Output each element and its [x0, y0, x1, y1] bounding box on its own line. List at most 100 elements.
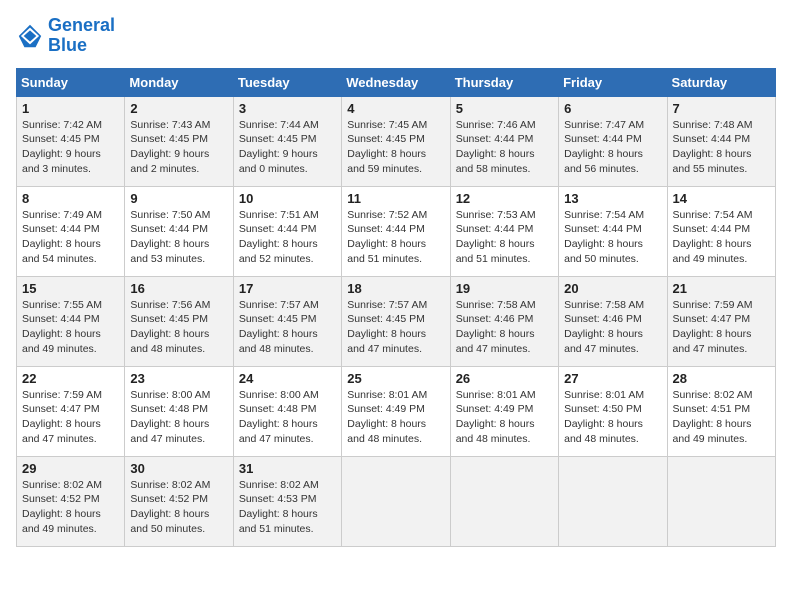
day-number: 19 — [456, 281, 553, 296]
calendar-cell: 5 Sunrise: 7:46 AM Sunset: 4:44 PM Daylig… — [450, 96, 558, 186]
calendar-cell: 17 Sunrise: 7:57 AM Sunset: 4:45 PM Dayli… — [233, 276, 341, 366]
day-number: 7 — [673, 101, 770, 116]
calendar-cell — [450, 456, 558, 546]
calendar-cell: 2Sunrise: 7:43 AM Sunset: 4:45 PM Daylig… — [125, 96, 233, 186]
day-info: Sunrise: 8:01 AM Sunset: 4:49 PM Dayligh… — [347, 388, 444, 447]
calendar-cell: 14 Sunrise: 7:54 AM Sunset: 4:44 PM Dayli… — [667, 186, 775, 276]
calendar-week-row: 29 Sunrise: 8:02 AM Sunset: 4:52 PM Dayli… — [17, 456, 776, 546]
day-of-week-header: Saturday — [667, 68, 775, 96]
day-number: 21 — [673, 281, 770, 296]
calendar-cell: 31 Sunrise: 8:02 AM Sunset: 4:53 PM Dayli… — [233, 456, 341, 546]
day-number: 4 — [347, 101, 444, 116]
calendar-week-row: 15 Sunrise: 7:55 AM Sunset: 4:44 PM Dayli… — [17, 276, 776, 366]
logo-text: GeneralBlue — [48, 16, 115, 56]
day-info: Sunrise: 7:54 AM Sunset: 4:44 PM Dayligh… — [673, 208, 770, 267]
day-info: Sunrise: 8:00 AM Sunset: 4:48 PM Dayligh… — [130, 388, 227, 447]
day-info: Sunrise: 7:56 AM Sunset: 4:45 PM Dayligh… — [130, 298, 227, 357]
calendar-cell: 11 Sunrise: 7:52 AM Sunset: 4:44 PM Dayli… — [342, 186, 450, 276]
day-info: Sunrise: 7:48 AM Sunset: 4:44 PM Dayligh… — [673, 118, 770, 177]
day-number: 30 — [130, 461, 227, 476]
calendar-cell: 19 Sunrise: 7:58 AM Sunset: 4:46 PM Dayli… — [450, 276, 558, 366]
day-number: 15 — [22, 281, 119, 296]
day-info: Sunrise: 7:49 AM Sunset: 4:44 PM Dayligh… — [22, 208, 119, 267]
day-of-week-header: Sunday — [17, 68, 125, 96]
day-info: Sunrise: 7:46 AM Sunset: 4:44 PM Dayligh… — [456, 118, 553, 177]
calendar-cell: 6 Sunrise: 7:47 AM Sunset: 4:44 PM Daylig… — [559, 96, 667, 186]
day-of-week-header: Monday — [125, 68, 233, 96]
day-number: 29 — [22, 461, 119, 476]
day-of-week-header: Friday — [559, 68, 667, 96]
day-number: 25 — [347, 371, 444, 386]
calendar-cell: 7 Sunrise: 7:48 AM Sunset: 4:44 PM Daylig… — [667, 96, 775, 186]
day-info: Sunrise: 7:59 AM Sunset: 4:47 PM Dayligh… — [673, 298, 770, 357]
logo-icon — [16, 22, 44, 50]
logo: GeneralBlue — [16, 16, 115, 56]
day-number: 31 — [239, 461, 336, 476]
day-info: Sunrise: 7:59 AM Sunset: 4:47 PM Dayligh… — [22, 388, 119, 447]
calendar-cell: 28 Sunrise: 8:02 AM Sunset: 4:51 PM Dayli… — [667, 366, 775, 456]
day-info: Sunrise: 7:58 AM Sunset: 4:46 PM Dayligh… — [456, 298, 553, 357]
day-info: Sunrise: 7:44 AM Sunset: 4:45 PM Dayligh… — [239, 118, 336, 177]
day-number: 18 — [347, 281, 444, 296]
day-number: 22 — [22, 371, 119, 386]
day-info: Sunrise: 7:58 AM Sunset: 4:46 PM Dayligh… — [564, 298, 661, 357]
day-info: Sunrise: 7:51 AM Sunset: 4:44 PM Dayligh… — [239, 208, 336, 267]
calendar-cell: 25 Sunrise: 8:01 AM Sunset: 4:49 PM Dayli… — [342, 366, 450, 456]
day-number: 20 — [564, 281, 661, 296]
day-info: Sunrise: 8:01 AM Sunset: 4:50 PM Dayligh… — [564, 388, 661, 447]
day-of-week-header: Tuesday — [233, 68, 341, 96]
calendar-week-row: 8 Sunrise: 7:49 AM Sunset: 4:44 PM Daylig… — [17, 186, 776, 276]
day-number: 8 — [22, 191, 119, 206]
calendar-cell: 4Sunrise: 7:45 AM Sunset: 4:45 PM Daylig… — [342, 96, 450, 186]
calendar-cell: 13 Sunrise: 7:54 AM Sunset: 4:44 PM Dayli… — [559, 186, 667, 276]
day-info: Sunrise: 8:02 AM Sunset: 4:53 PM Dayligh… — [239, 478, 336, 537]
calendar-cell: 1 Sunrise: 7:42 AM Sunset: 4:45 PM Daylig… — [17, 96, 125, 186]
day-info: Sunrise: 7:54 AM Sunset: 4:44 PM Dayligh… — [564, 208, 661, 267]
calendar-cell: 3Sunrise: 7:44 AM Sunset: 4:45 PM Daylig… — [233, 96, 341, 186]
calendar-cell: 24Sunrise: 8:00 AM Sunset: 4:48 PM Dayli… — [233, 366, 341, 456]
calendar-cell: 10 Sunrise: 7:51 AM Sunset: 4:44 PM Dayli… — [233, 186, 341, 276]
calendar-cell — [559, 456, 667, 546]
calendar-cell: 29Sunrise: 8:02 AM Sunset: 4:52 PM Dayli… — [17, 456, 125, 546]
day-info: Sunrise: 7:57 AM Sunset: 4:45 PM Dayligh… — [347, 298, 444, 357]
day-number: 14 — [673, 191, 770, 206]
day-number: 13 — [564, 191, 661, 206]
day-info: Sunrise: 7:42 AM Sunset: 4:45 PM Dayligh… — [22, 118, 119, 177]
page-header: GeneralBlue — [16, 16, 776, 56]
day-number: 24 — [239, 371, 336, 386]
day-number: 9 — [130, 191, 227, 206]
calendar-table: SundayMondayTuesdayWednesdayThursdayFrid… — [16, 68, 776, 547]
day-number: 12 — [456, 191, 553, 206]
calendar-cell: 21 Sunrise: 7:59 AM Sunset: 4:47 PM Dayli… — [667, 276, 775, 366]
calendar-cell: 26Sunrise: 8:01 AM Sunset: 4:49 PM Dayli… — [450, 366, 558, 456]
day-number: 16 — [130, 281, 227, 296]
calendar-week-row: 1 Sunrise: 7:42 AM Sunset: 4:45 PM Daylig… — [17, 96, 776, 186]
day-info: Sunrise: 8:02 AM Sunset: 4:51 PM Dayligh… — [673, 388, 770, 447]
day-info: Sunrise: 7:47 AM Sunset: 4:44 PM Dayligh… — [564, 118, 661, 177]
day-number: 23 — [130, 371, 227, 386]
calendar-cell: 22 Sunrise: 7:59 AM Sunset: 4:47 PM Dayli… — [17, 366, 125, 456]
day-number: 1 — [22, 101, 119, 116]
calendar-cell: 27 Sunrise: 8:01 AM Sunset: 4:50 PM Dayli… — [559, 366, 667, 456]
day-number: 10 — [239, 191, 336, 206]
day-info: Sunrise: 7:52 AM Sunset: 4:44 PM Dayligh… — [347, 208, 444, 267]
day-number: 26 — [456, 371, 553, 386]
day-number: 27 — [564, 371, 661, 386]
day-info: Sunrise: 8:02 AM Sunset: 4:52 PM Dayligh… — [130, 478, 227, 537]
day-number: 11 — [347, 191, 444, 206]
calendar-cell: 20 Sunrise: 7:58 AM Sunset: 4:46 PM Dayli… — [559, 276, 667, 366]
calendar-cell: 16 Sunrise: 7:56 AM Sunset: 4:45 PM Dayli… — [125, 276, 233, 366]
day-number: 17 — [239, 281, 336, 296]
day-number: 5 — [456, 101, 553, 116]
calendar-cell: 9Sunrise: 7:50 AM Sunset: 4:44 PM Daylig… — [125, 186, 233, 276]
calendar-cell — [667, 456, 775, 546]
day-number: 28 — [673, 371, 770, 386]
calendar-cell: 18 Sunrise: 7:57 AM Sunset: 4:45 PM Dayli… — [342, 276, 450, 366]
day-info: Sunrise: 7:55 AM Sunset: 4:44 PM Dayligh… — [22, 298, 119, 357]
day-of-week-header: Wednesday — [342, 68, 450, 96]
calendar-cell: 23 Sunrise: 8:00 AM Sunset: 4:48 PM Dayli… — [125, 366, 233, 456]
day-number: 6 — [564, 101, 661, 116]
day-info: Sunrise: 7:57 AM Sunset: 4:45 PM Dayligh… — [239, 298, 336, 357]
calendar-cell — [342, 456, 450, 546]
day-info: Sunrise: 7:53 AM Sunset: 4:44 PM Dayligh… — [456, 208, 553, 267]
